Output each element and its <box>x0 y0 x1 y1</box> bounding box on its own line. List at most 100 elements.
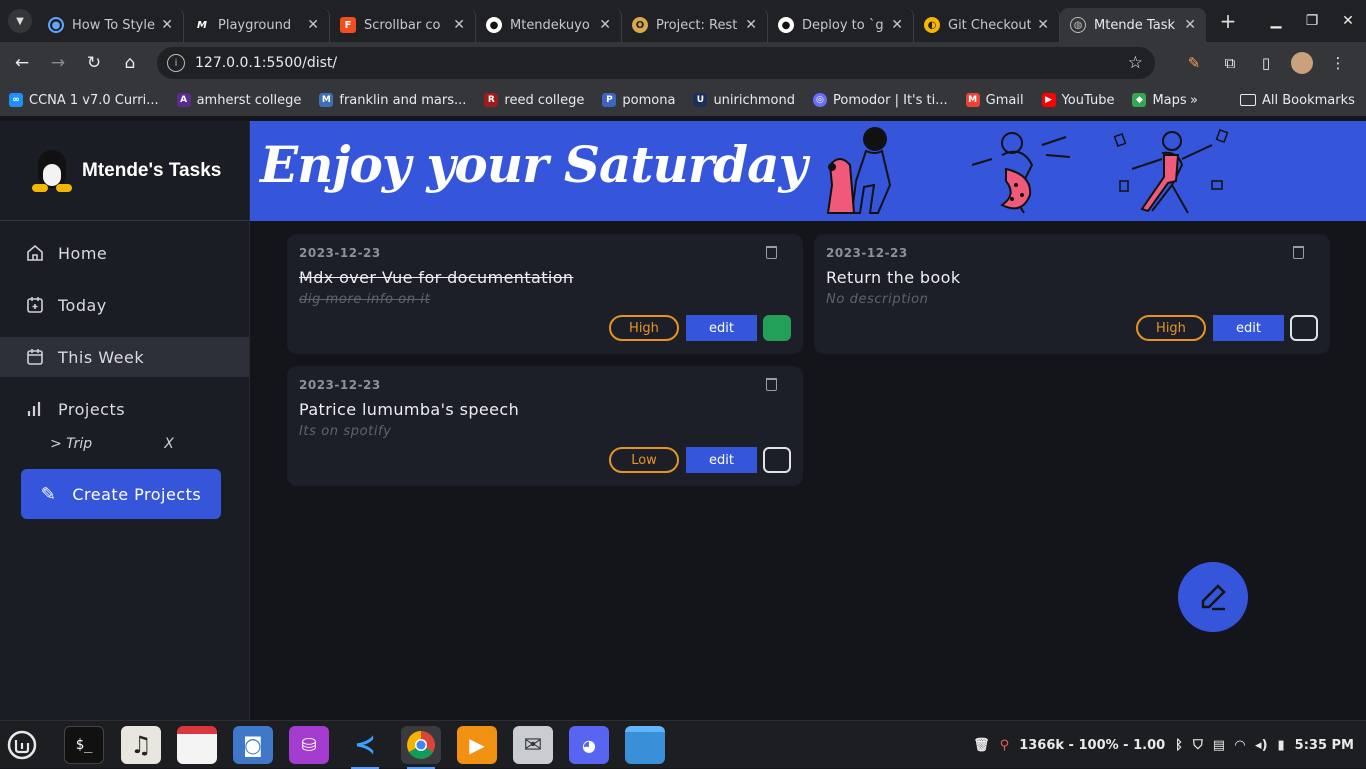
database-icon[interactable]: ⛁ <box>289 726 329 764</box>
site-info-icon[interactable]: i <box>167 54 185 72</box>
media-player-icon[interactable]: ▶ <box>457 726 497 764</box>
bookmark-gmail[interactable]: M Gmail <box>957 93 1033 108</box>
url-text[interactable]: 127.0.0.1:5500/dist/ <box>195 55 337 71</box>
back-icon[interactable]: ← <box>4 53 40 73</box>
volume-icon[interactable]: ◂) <box>1255 738 1267 753</box>
music-icon[interactable]: ♫ <box>121 726 161 764</box>
complete-checkbox[interactable] <box>1290 315 1318 341</box>
bar-chart-icon <box>26 400 44 418</box>
pen-extension-icon[interactable]: ✎ <box>1176 54 1212 72</box>
clipboard-icon[interactable]: ▤ <box>1213 738 1225 753</box>
trash-icon[interactable] <box>766 378 777 391</box>
tab-mtendekuyo[interactable]: ● Mtendekuyo ✕ <box>476 8 622 42</box>
maximize-icon[interactable]: ❐ <box>1296 13 1328 29</box>
bookmarks-overflow-button[interactable]: » <box>1190 93 1198 108</box>
location-icon[interactable]: ⚲ <box>1000 738 1010 753</box>
close-icon[interactable]: ✕ <box>453 17 465 33</box>
home-icon[interactable]: ⌂ <box>112 53 148 73</box>
tab-playground[interactable]: M Playground ✕ <box>184 8 330 42</box>
reload-icon[interactable]: ↻ <box>76 53 112 73</box>
brand-title: Mtende's Tasks <box>82 159 222 181</box>
bluetooth-icon[interactable]: ᛒ <box>1175 738 1183 753</box>
minimize-icon[interactable]: ▁ <box>1260 13 1292 29</box>
tab-project-rest[interactable]: O Project: Rest ✕ <box>622 8 768 42</box>
close-icon[interactable]: ✕ <box>161 17 173 33</box>
bookmark-pomodoro[interactable]: ◎ Pomodor | It's ti... <box>804 93 957 108</box>
tab-how-to-style[interactable]: ● How To Style ✕ <box>38 8 184 42</box>
bookmark-ccna[interactable]: ∞ CCNA 1 v7.0 Curri... <box>0 93 168 108</box>
gmail-icon: M <box>965 93 980 107</box>
tab-search-button[interactable]: ▼ <box>8 9 32 33</box>
sidebar-item-this-week[interactable]: This Week <box>0 337 249 377</box>
camera-icon[interactable]: ◙ <box>233 726 273 764</box>
tab-git-checkout[interactable]: ◐ Git Checkout ✕ <box>914 8 1060 42</box>
battery-icon[interactable]: ▮ <box>1278 738 1285 753</box>
close-icon[interactable]: ✕ <box>745 17 757 33</box>
close-icon[interactable]: ✕ <box>1037 17 1049 33</box>
task-card: 2023-12-23 Return the book No descriptio… <box>814 234 1330 354</box>
bookmark-franklin[interactable]: Mfranklin and mars... <box>310 93 475 108</box>
ccna-icon: ∞ <box>9 93 23 107</box>
priority-badge[interactable]: High <box>609 315 679 341</box>
bookmark-maps[interactable]: ◆ Maps <box>1123 93 1195 108</box>
bookmark-youtube[interactable]: ▶ YouTube <box>1033 93 1124 108</box>
close-icon[interactable]: ✕ <box>307 17 319 33</box>
sidebar-item-today[interactable]: Today <box>0 285 249 325</box>
side-panel-icon[interactable]: ▯ <box>1248 54 1284 72</box>
profile-avatar[interactable] <box>1291 52 1313 74</box>
bookmark-reed[interactable]: Rreed college <box>475 93 593 108</box>
edit-button[interactable]: edit <box>686 315 757 341</box>
calendar-icon[interactable] <box>177 726 217 764</box>
close-icon[interactable]: ✕ <box>1184 17 1196 33</box>
tab-scrollbar[interactable]: F Scrollbar co ✕ <box>330 8 476 42</box>
new-tab-button[interactable]: + <box>1212 5 1244 37</box>
vscode-icon[interactable]: ≺ <box>345 726 385 769</box>
edit-button[interactable]: edit <box>1213 315 1284 341</box>
sidebar-item-projects[interactable]: Projects <box>0 389 249 429</box>
edit-button[interactable]: edit <box>686 447 757 473</box>
task-title: Mdx over Vue for documentation <box>299 268 574 287</box>
tab-title: Mtendekuyo <box>510 17 590 33</box>
greeting-text: Enjoy your Saturday <box>260 135 808 194</box>
bookmark-amherst[interactable]: Aamherst college <box>168 93 311 108</box>
trash-icon[interactable] <box>766 246 777 259</box>
files-icon[interactable] <box>625 726 665 764</box>
globe-icon: ◍ <box>1070 17 1086 33</box>
all-bookmarks-button[interactable]: All Bookmarks <box>1240 93 1355 108</box>
shield-icon[interactable]: ⛉ <box>1193 738 1203 753</box>
extensions-icon[interactable]: ⧉ <box>1212 54 1248 72</box>
terminal-icon[interactable]: $_ <box>64 726 104 764</box>
priority-badge[interactable]: High <box>1136 315 1206 341</box>
close-icon[interactable]: ✕ <box>891 17 903 33</box>
project-item-trip[interactable]: > Trip X <box>0 433 249 455</box>
wifi-icon[interactable]: ◠ <box>1235 738 1245 753</box>
address-bar[interactable]: i 127.0.0.1:5500/dist/ ☆ <box>157 47 1155 79</box>
sidebar-item-home[interactable]: Home <box>0 233 249 273</box>
trash-icon[interactable]: 🗑 <box>973 738 990 753</box>
trash-icon[interactable] <box>1293 246 1304 259</box>
bookmark-unirichmond[interactable]: Uunirichmond <box>684 93 804 108</box>
browser-toolbar: ← → ↻ ⌂ i 127.0.0.1:5500/dist/ ☆ ✎ ⧉ ▯ ⋮ <box>0 42 1366 84</box>
tab-deploy[interactable]: ● Deploy to `g ✕ <box>768 8 914 42</box>
chrome-icon[interactable] <box>401 726 441 769</box>
forward-icon[interactable]: → <box>40 53 76 73</box>
mint-menu-icon[interactable] <box>2 726 42 764</box>
priority-badge[interactable]: Low <box>609 447 679 473</box>
complete-checkbox[interactable] <box>763 315 791 341</box>
tab-mtende-tasks[interactable]: ◍ Mtende Task ✕ <box>1060 8 1206 42</box>
tab-title: Scrollbar co <box>364 17 441 33</box>
create-projects-button[interactable]: ✎ Create Projects <box>21 469 221 519</box>
close-icon[interactable]: ✕ <box>599 17 611 33</box>
menu-icon[interactable]: ⋮ <box>1320 54 1356 72</box>
remove-project-button[interactable]: X <box>164 436 174 452</box>
window-close-icon[interactable]: ✕ <box>1332 13 1364 29</box>
person-with-dog-illustration <box>826 127 892 214</box>
bookmark-star-icon[interactable]: ☆ <box>1128 53 1143 73</box>
project-name[interactable]: > Trip <box>50 436 92 452</box>
mail-icon[interactable]: ✉ <box>513 726 553 764</box>
discord-icon[interactable]: ◕ <box>569 726 609 764</box>
bookmark-pomona[interactable]: Ppomona <box>593 93 684 108</box>
calendar-icon <box>26 348 44 366</box>
add-task-button[interactable] <box>1178 562 1248 632</box>
complete-checkbox[interactable] <box>763 447 791 473</box>
